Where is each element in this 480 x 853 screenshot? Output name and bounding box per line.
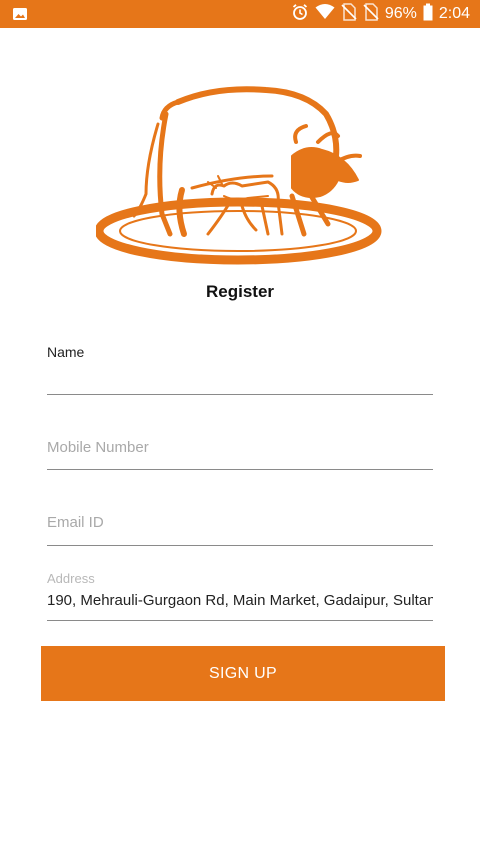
- address-field[interactable]: Address 190, Mehrauli-Gurgaon Rd, Main M…: [47, 571, 433, 609]
- sign-up-button[interactable]: SIGN UP: [41, 646, 445, 701]
- alarm-icon: [291, 3, 309, 26]
- name-field[interactable]: Name: [47, 344, 433, 382]
- clock: 2:04: [438, 5, 470, 22]
- battery-icon: [423, 3, 433, 26]
- wifi-icon: [315, 3, 335, 26]
- email-underline: [47, 545, 433, 546]
- gallery-icon: [12, 6, 28, 22]
- address-label: Address: [47, 571, 95, 586]
- mobile-field[interactable]: Mobile Number: [47, 439, 433, 456]
- name-label: Name: [47, 344, 85, 360]
- email-input[interactable]: Email ID: [47, 514, 433, 531]
- page-title: Register: [205, 282, 275, 301]
- cow-calf-logo: [94, 84, 384, 266]
- status-bar: 96% 2:04: [0, 0, 480, 28]
- address-underline: [47, 620, 433, 621]
- no-sim-icon: [363, 2, 379, 26]
- no-sim-icon: [341, 2, 357, 26]
- mobile-input[interactable]: Mobile Number: [47, 439, 433, 456]
- email-field[interactable]: Email ID: [47, 514, 433, 531]
- battery-percent: 96%: [384, 5, 417, 22]
- name-input[interactable]: [47, 360, 433, 382]
- address-input[interactable]: 190, Mehrauli-Gurgaon Rd, Main Market, G…: [47, 592, 433, 609]
- name-underline: [47, 394, 433, 395]
- mobile-underline: [47, 469, 433, 470]
